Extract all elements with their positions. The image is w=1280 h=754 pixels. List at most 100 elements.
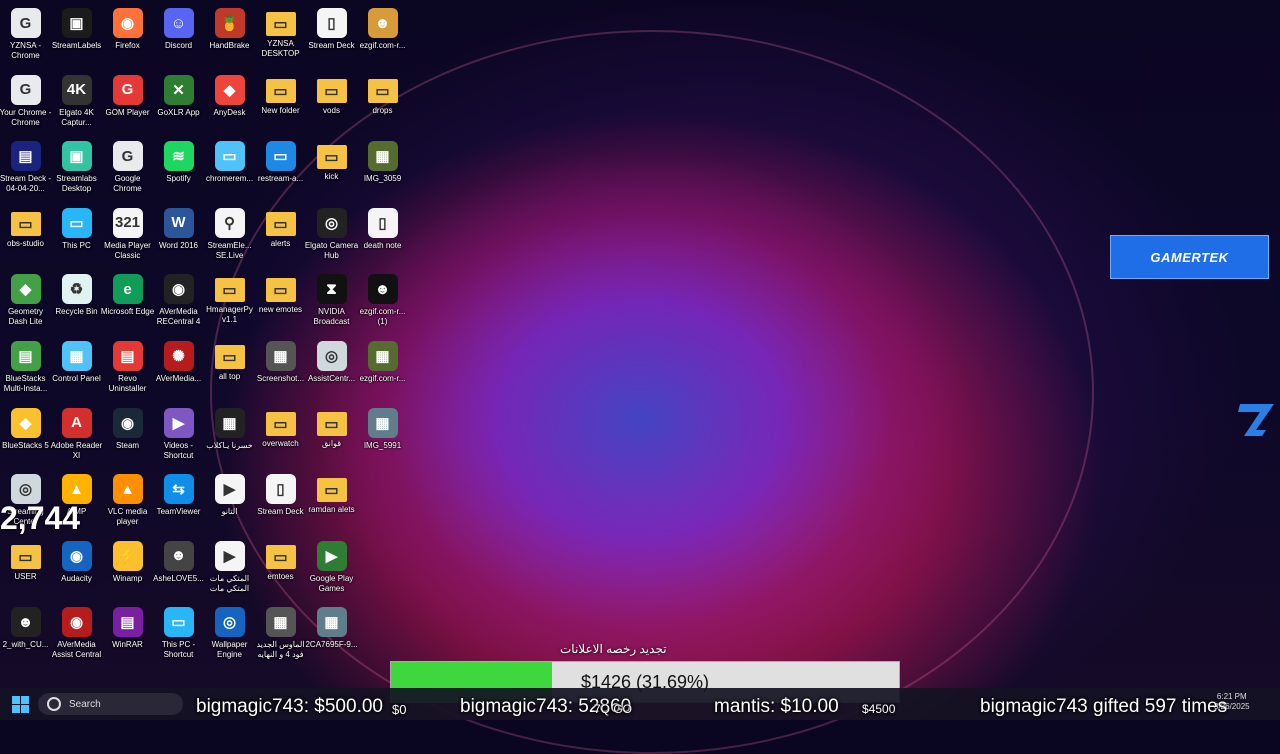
app-icon: ▯: [265, 474, 296, 505]
ticker-item: bigmagic743 gifted 597 times: [980, 696, 1228, 717]
app-icon: G: [10, 74, 41, 105]
desktop-icon[interactable]: ▣ StreamLabels: [51, 4, 102, 68]
desktop-icon[interactable]: ▭ chromerem...: [204, 137, 255, 201]
app-icon: ▤: [10, 341, 41, 371]
desktop-icon[interactable]: G Google Chrome: [102, 137, 153, 201]
desktop-icon[interactable]: ♻ Recycle Bin: [51, 270, 102, 334]
desktop-icon[interactable]: G YZNSA - Chrome: [0, 4, 51, 68]
desktop-icon[interactable]: ▦ خسرنا يـاكلاب: [204, 404, 255, 468]
desktop-icon[interactable]: ◎ AssistCentr...: [306, 337, 357, 401]
desktop-icon[interactable]: ▭ HmanagerPy v1.1: [204, 270, 255, 334]
desktop-icon[interactable]: ◉ AVerMedia Assist Central: [51, 603, 102, 667]
desktop-icon-label: Wallpaper Engine: [211, 640, 248, 660]
desktop-icon[interactable]: ☻ 2_with_CU...: [0, 603, 51, 667]
desktop-icon[interactable]: ▤ BlueStacks Multi-Insta...: [0, 337, 51, 401]
desktop-icon[interactable]: ▦ 2CA7695F-9...: [305, 603, 358, 667]
desktop-icon[interactable]: ▲ VLC media player: [102, 470, 153, 534]
desktop-icon[interactable]: ≋ Spotify: [153, 137, 204, 201]
desktop-icon-label: New folder: [261, 105, 300, 115]
app-icon: ▭: [265, 211, 296, 236]
desktop-icon-label: VLC media player: [107, 507, 148, 527]
clock[interactable]: 6:21 PM 3/26/2025: [1214, 692, 1250, 712]
desktop-icon[interactable]: ☻ AsheLOVE5...: [153, 537, 204, 601]
desktop-icon[interactable]: ▦ Control Panel: [51, 337, 102, 401]
desktop-icon[interactable]: ▭ obs-studio: [0, 204, 51, 268]
desktop-icon[interactable]: ▦ الماوس الجديد فود 4 و النهايه: [255, 603, 306, 667]
desktop-icon[interactable]: ▦ ezgif.com-r...: [357, 337, 408, 401]
desktop-icon[interactable]: ◉ Firefox: [102, 4, 153, 68]
desktop-icon[interactable]: G Your Chrome - Chrome: [0, 71, 51, 135]
desktop-icon[interactable]: ◆ BlueStacks 5: [0, 404, 51, 468]
app-icon: ▭: [265, 141, 296, 172]
desktop-icon[interactable]: e Microsoft Edge: [101, 270, 154, 334]
desktop-icon-label: Stream Deck: [257, 507, 304, 517]
desktop-icon[interactable]: ◎ Elgato Camera Hub: [305, 204, 358, 268]
app-icon: ✕: [163, 74, 194, 105]
desktop-icon[interactable]: ▭ kick: [306, 137, 357, 201]
desktop-icon[interactable]: ▭ emtoes: [255, 537, 306, 601]
desktop-icon[interactable]: ◉ Audacity: [51, 537, 102, 601]
desktop-icon-label: المتكي مات المتكي مات: [209, 573, 250, 593]
desktop-icon[interactable]: 🍍 HandBrake: [204, 4, 255, 68]
desktop-icon[interactable]: ▶ Google Play Games: [306, 537, 357, 601]
desktop-icon-label: This PC: [62, 240, 91, 250]
desktop-icon[interactable]: ▦ IMG_5991: [357, 404, 408, 468]
desktop-icon[interactable]: A Adobe Reader XI: [51, 404, 102, 468]
desktop-icon[interactable]: ▭ This PC: [51, 204, 102, 268]
desktop-icon[interactable]: ▭ new emotes: [255, 270, 306, 334]
desktop-icon[interactable]: ▦ Screenshot...: [255, 337, 306, 401]
desktop-icon[interactable]: ⚲ StreamEle... SE.Live: [204, 204, 255, 268]
app-icon: ▭: [61, 207, 92, 238]
desktop-icon[interactable]: ✕ GoXLR App: [153, 71, 204, 135]
desktop-icon[interactable]: ▤ Stream Deck - 04-04-20...: [0, 137, 51, 201]
desktop-icon[interactable]: ▭ USER: [0, 537, 51, 601]
desktop-icon[interactable]: ▶ Videos - Shortcut: [153, 404, 204, 468]
desktop-icon[interactable]: ▭ alerts: [255, 204, 306, 268]
desktop-icon[interactable]: ▭ drops: [357, 71, 408, 135]
desktop-icon[interactable]: ▭ ramdan alets: [306, 470, 357, 534]
desktop-icon[interactable]: ▭ overwatch: [255, 404, 306, 468]
desktop-icon[interactable]: G GOM Player: [102, 71, 153, 135]
desktop-icon-label: Your Chrome - Chrome: [0, 107, 52, 127]
desktop-icon[interactable]: ☻ ezgif.com-r... (1): [357, 270, 408, 334]
desktop-icon[interactable]: ▭ New folder: [255, 71, 306, 135]
desktop-icon[interactable]: ▯ Stream Deck: [306, 4, 357, 68]
desktop-icon[interactable]: ☺ Discord: [153, 4, 204, 68]
desktop-icon-label: Winamp: [112, 573, 143, 583]
desktop-icon[interactable]: ▭ قوانق: [306, 404, 357, 468]
app-icon: ▤: [112, 607, 143, 638]
desktop-icon[interactable]: ◆ AnyDesk: [204, 71, 255, 135]
app-icon: ▭: [316, 145, 347, 170]
desktop-icon[interactable]: ▭ This PC - Shortcut: [153, 603, 204, 667]
desktop-icon[interactable]: 4K Elgato 4K Captur...: [51, 71, 102, 135]
gamertek-logo-icon: [1236, 396, 1278, 436]
desktop-icon[interactable]: ⧗ NVIDIA Broadcast: [306, 270, 357, 334]
desktop-icon[interactable]: ⚡ Winamp: [102, 537, 153, 601]
desktop-icon[interactable]: ◎ Wallpaper Engine: [204, 603, 255, 667]
app-icon: ◆: [10, 407, 41, 438]
desktop-icon[interactable]: ☻ ezgif.com-r...: [357, 4, 408, 68]
desktop-icon[interactable]: ▭ all top: [204, 337, 255, 401]
desktop-icon[interactable]: ◉ Steam: [102, 404, 153, 468]
desktop-icon[interactable]: ▭ restream-a...: [255, 137, 306, 201]
desktop-icon[interactable]: ▶ التانو: [204, 470, 255, 534]
desktop-icon[interactable]: ◉ AVerMedia RECentral 4: [153, 270, 204, 334]
desktop-icon[interactable]: ▭ YZNSA DESKTOP: [255, 4, 306, 68]
desktop-icon[interactable]: ▭ vods: [306, 71, 357, 135]
desktop-icon[interactable]: ⇆ TeamViewer: [153, 470, 204, 534]
desktop-icon[interactable]: 321 Media Player Classic: [102, 204, 153, 268]
desktop-icon-label: AsheLOVE5...: [153, 573, 204, 583]
desktop-icon[interactable]: ▯ death note: [357, 204, 408, 268]
desktop-icon[interactable]: ▤ Revo Uninstaller: [102, 337, 153, 401]
desktop-icon[interactable]: ▶ المتكي مات المتكي مات: [204, 537, 255, 601]
desktop-icon[interactable]: ✺ AVerMedia...: [153, 337, 204, 401]
goal-title: تجديد رخصه الاعلانات: [560, 642, 667, 656]
desktop-icon[interactable]: ▦ IMG_3059: [357, 137, 408, 201]
desktop-icon-label: NVIDIA Broadcast: [313, 307, 350, 327]
desktop-icon[interactable]: W Word 2016: [153, 204, 204, 268]
desktop-icon[interactable]: ▤ WinRAR: [102, 603, 153, 667]
desktop-icon[interactable]: ▣ Streamlabs Desktop: [51, 137, 102, 201]
desktop-icon[interactable]: ◆ Geometry Dash Lite: [0, 270, 51, 334]
ticker-item: mantis: $10.00: [714, 696, 839, 717]
desktop-icon[interactable]: ▯ Stream Deck: [255, 470, 306, 534]
